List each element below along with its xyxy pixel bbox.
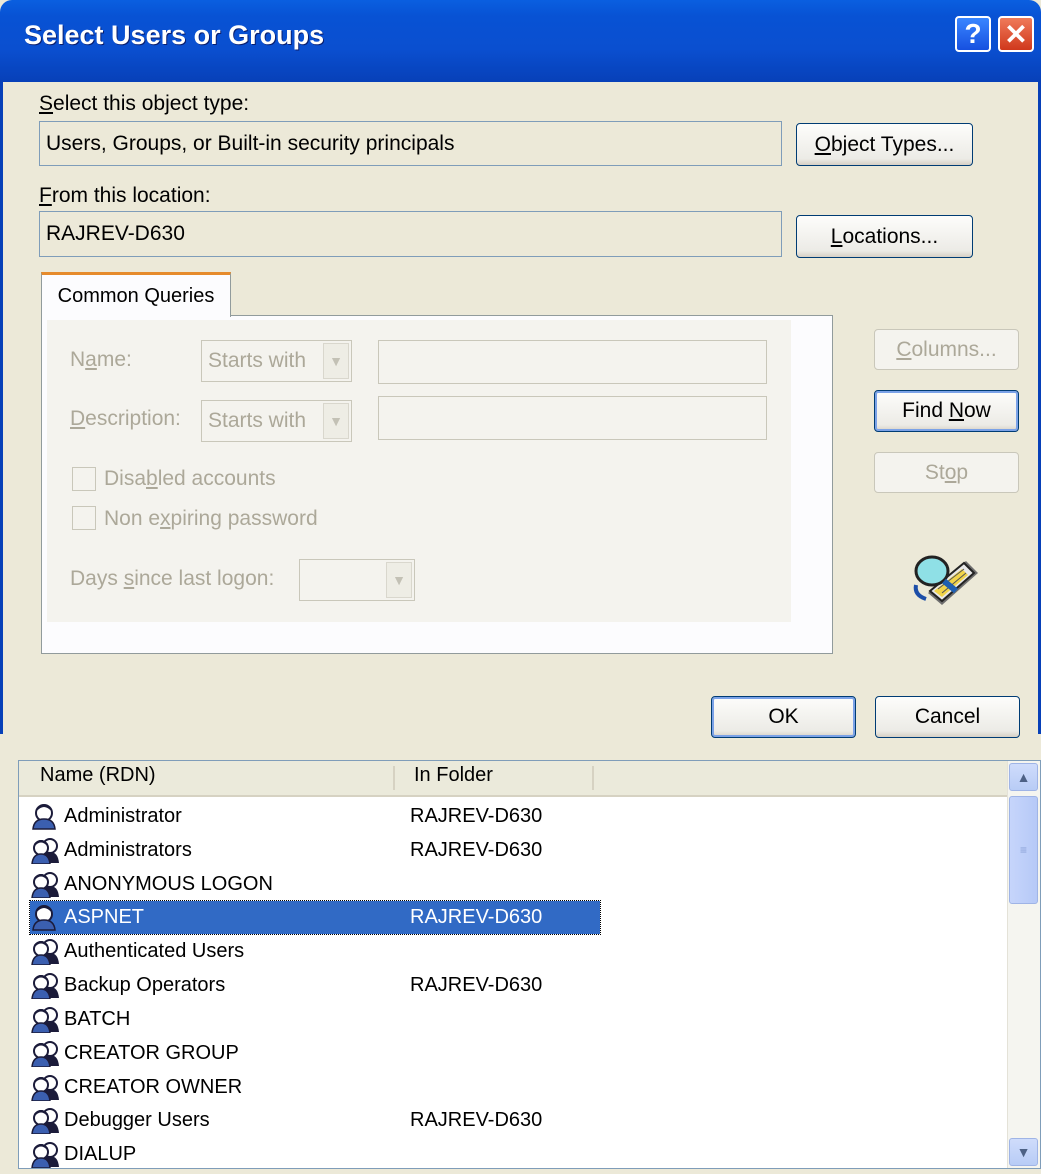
table-row[interactable]: Debugger Users RAJREV-D630 <box>30 1104 600 1137</box>
table-row[interactable]: CREATOR OWNER <box>30 1071 600 1104</box>
table-row[interactable]: ASPNET RAJREV-D630 <box>29 900 601 935</box>
row-folder: RAJREV-D630 <box>410 906 543 928</box>
table-row[interactable]: ANONYMOUS LOGON <box>30 868 600 901</box>
row-name: Administrators <box>64 839 192 861</box>
table-row[interactable]: Administrators RAJREV-D630 <box>30 834 600 867</box>
column-header-folder[interactable]: In Folder <box>414 764 493 787</box>
group-icon <box>30 871 60 899</box>
row-folder: RAJREV-D630 <box>410 839 543 861</box>
disabled-accounts-label: Disabled accounts <box>104 467 276 490</box>
row-folder: RAJREV-D630 <box>410 1109 543 1131</box>
columns-button[interactable]: Columns... <box>874 329 1019 370</box>
disabled-accounts-checkbox[interactable] <box>72 467 96 491</box>
group-icon <box>30 1107 60 1135</box>
group-icon <box>30 837 60 865</box>
group-icon <box>30 1141 60 1169</box>
cancel-button[interactable]: Cancel <box>875 696 1020 738</box>
name-input[interactable] <box>378 340 767 384</box>
row-name: CREATOR OWNER <box>64 1076 243 1098</box>
description-match-select[interactable]: Starts with ▼ <box>201 400 352 442</box>
object-type-field: Users, Groups, or Built-in security prin… <box>39 121 782 166</box>
chevron-down-icon: ▼ <box>323 403 349 439</box>
name-label: Name: <box>70 348 132 371</box>
column-divider[interactable] <box>592 766 594 790</box>
window-title: Select Users or Groups <box>24 20 325 50</box>
row-name: ASPNET <box>64 906 145 928</box>
row-folder: RAJREV-D630 <box>410 805 543 827</box>
help-button[interactable]: ? <box>955 16 991 52</box>
help-icon: ? <box>964 18 982 49</box>
row-name: DIALUP <box>64 1143 137 1165</box>
chevron-down-icon: ▼ <box>1016 1144 1031 1160</box>
days-since-logon-select[interactable]: ▼ <box>299 559 415 601</box>
stop-button[interactable]: Stop <box>874 452 1019 493</box>
user-icon <box>30 803 60 830</box>
row-folder: RAJREV-D630 <box>410 974 543 996</box>
table-row[interactable]: DIALUP <box>30 1138 600 1171</box>
group-icon <box>30 1040 60 1068</box>
row-name: Debugger Users <box>64 1109 210 1131</box>
name-match-select[interactable]: Starts with ▼ <box>201 340 352 382</box>
table-row[interactable]: Authenticated Users <box>30 935 600 968</box>
chevron-down-icon: ▼ <box>323 343 349 379</box>
group-icon <box>30 938 60 966</box>
column-header-name[interactable]: Name (RDN) <box>40 764 156 787</box>
group-icon <box>30 1074 60 1102</box>
row-name: Authenticated Users <box>64 940 245 962</box>
scroll-up-button[interactable]: ▲ <box>1009 763 1038 791</box>
object-types-button[interactable]: Object Types... <box>796 123 973 166</box>
row-name: CREATOR GROUP <box>64 1042 239 1064</box>
table-row[interactable]: Administrator RAJREV-D630 <box>30 800 600 833</box>
ok-button[interactable]: OK <box>711 696 856 738</box>
row-name: ANONYMOUS LOGON <box>64 873 273 895</box>
table-row[interactable]: CREATOR GROUP <box>30 1037 600 1070</box>
non-expiring-password-checkbox[interactable] <box>72 506 96 530</box>
locations-button[interactable]: Locations... <box>796 215 973 258</box>
find-now-button[interactable]: Find Now <box>874 390 1019 432</box>
close-icon: ✕ <box>1004 18 1028 50</box>
location-field: RAJREV-D630 <box>39 211 782 257</box>
days-since-logon-label: Days since last logon: <box>70 567 275 590</box>
row-name: Administrator <box>64 805 182 827</box>
results-header <box>19 761 1012 797</box>
location-label: From this location: <box>39 184 211 207</box>
tab-common-queries[interactable]: Common Queries <box>41 272 231 317</box>
object-type-label: Select this object type: <box>39 92 250 115</box>
group-icon <box>30 1006 60 1034</box>
search-icon <box>908 545 980 607</box>
table-row[interactable]: BATCH <box>30 1003 600 1036</box>
description-label: Description: <box>70 407 181 430</box>
description-input[interactable] <box>378 396 767 440</box>
non-expiring-password-label: Non expiring password <box>104 507 318 530</box>
close-button[interactable]: ✕ <box>998 16 1034 52</box>
scroll-down-button[interactable]: ▼ <box>1009 1138 1038 1166</box>
scroll-thumb[interactable]: ≡ <box>1009 796 1038 904</box>
row-name: BATCH <box>64 1008 131 1030</box>
table-row[interactable]: Backup Operators RAJREV-D630 <box>30 969 600 1002</box>
user-icon <box>30 904 60 931</box>
grip-icon: ≡ <box>1019 843 1027 857</box>
chevron-down-icon: ▼ <box>386 562 412 598</box>
chevron-up-icon: ▲ <box>1016 769 1031 785</box>
group-icon <box>30 972 60 1000</box>
row-name: Backup Operators <box>64 974 226 996</box>
column-divider[interactable] <box>393 766 395 790</box>
